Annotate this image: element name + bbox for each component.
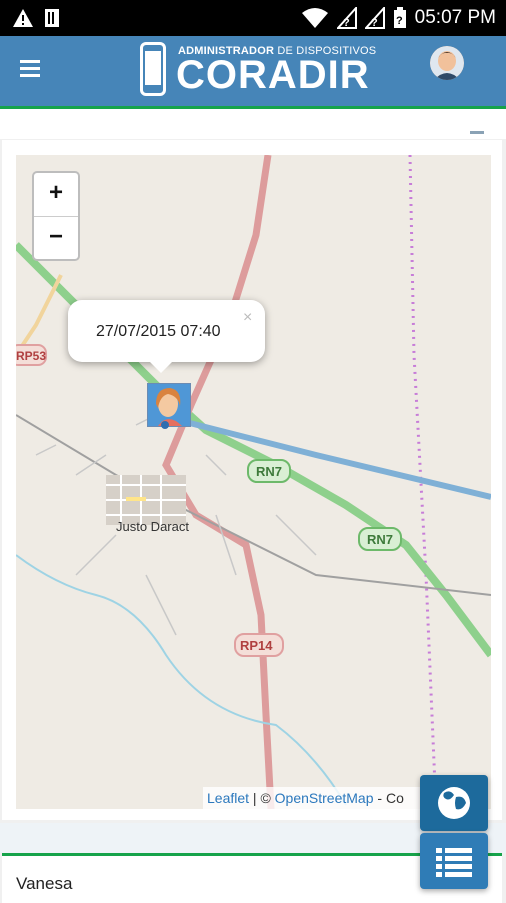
map-view[interactable]: RP53 RN7 RN7 RP14 Justo Daract <box>16 155 491 809</box>
list-icon <box>436 848 472 877</box>
map-tiles: RP53 RN7 RN7 RP14 Justo Daract <box>16 155 491 809</box>
globe-icon <box>438 787 470 819</box>
list-item[interactable]: Vanesa <box>16 874 72 894</box>
coradir-logo: ADMINISTRADOR DE DISPOSITIVOS CORADIR <box>140 41 376 101</box>
road-shield-rn7: RN7 <box>247 459 291 483</box>
sim-icon <box>45 9 59 27</box>
hamburger-icon[interactable] <box>20 60 42 78</box>
device-location-marker[interactable] <box>147 383 191 427</box>
popup-tip <box>148 360 174 373</box>
road-rp53 <box>16 274 63 357</box>
no-signal-icon: ? <box>336 7 357 29</box>
map-panel-header <box>0 109 506 139</box>
svg-text:?: ? <box>396 15 403 27</box>
zoom-out-button[interactable]: − <box>34 216 78 259</box>
leaflet-link[interactable]: Leaflet <box>207 790 249 806</box>
svg-text:RN7: RN7 <box>256 464 282 479</box>
river <box>16 554 347 806</box>
zoom-control: + − <box>32 171 80 261</box>
svg-text:RN7: RN7 <box>367 532 393 547</box>
zoom-in-button[interactable]: + <box>34 173 78 216</box>
collapse-panel-button[interactable] <box>470 131 484 134</box>
svg-text:RP14: RP14 <box>240 638 273 653</box>
town-label: Justo Daract <box>116 519 189 534</box>
battery-icon: ? <box>393 7 406 28</box>
road-shield-rn7: RN7 <box>358 527 402 551</box>
device-list-button[interactable] <box>420 833 488 889</box>
location-dot <box>161 421 169 429</box>
no-signal-icon: ? <box>364 7 385 29</box>
globe-button[interactable] <box>420 775 488 831</box>
popup-timestamp: 27/07/2015 07:40 <box>96 323 221 340</box>
wifi-icon <box>301 8 328 28</box>
road-shield-rp14: RP14 <box>234 633 284 657</box>
openstreetmap-link[interactable]: OpenStreetMap <box>275 790 374 806</box>
user-avatar-icon[interactable] <box>430 46 464 80</box>
water-channel <box>165 414 491 500</box>
logo-title: CORADIR <box>176 53 370 97</box>
warning-icon <box>13 9 33 27</box>
svg-text:RP53: RP53 <box>16 349 46 363</box>
status-bar: ? ? ? 05:07 PM <box>0 0 506 36</box>
popup-close-button[interactable]: × <box>243 309 252 327</box>
status-time: 05:07 PM <box>414 7 496 28</box>
phone-icon <box>140 42 166 96</box>
svg-text:?: ? <box>371 17 378 29</box>
road-shield-rp53: RP53 <box>16 344 47 366</box>
svg-text:?: ? <box>343 17 350 29</box>
